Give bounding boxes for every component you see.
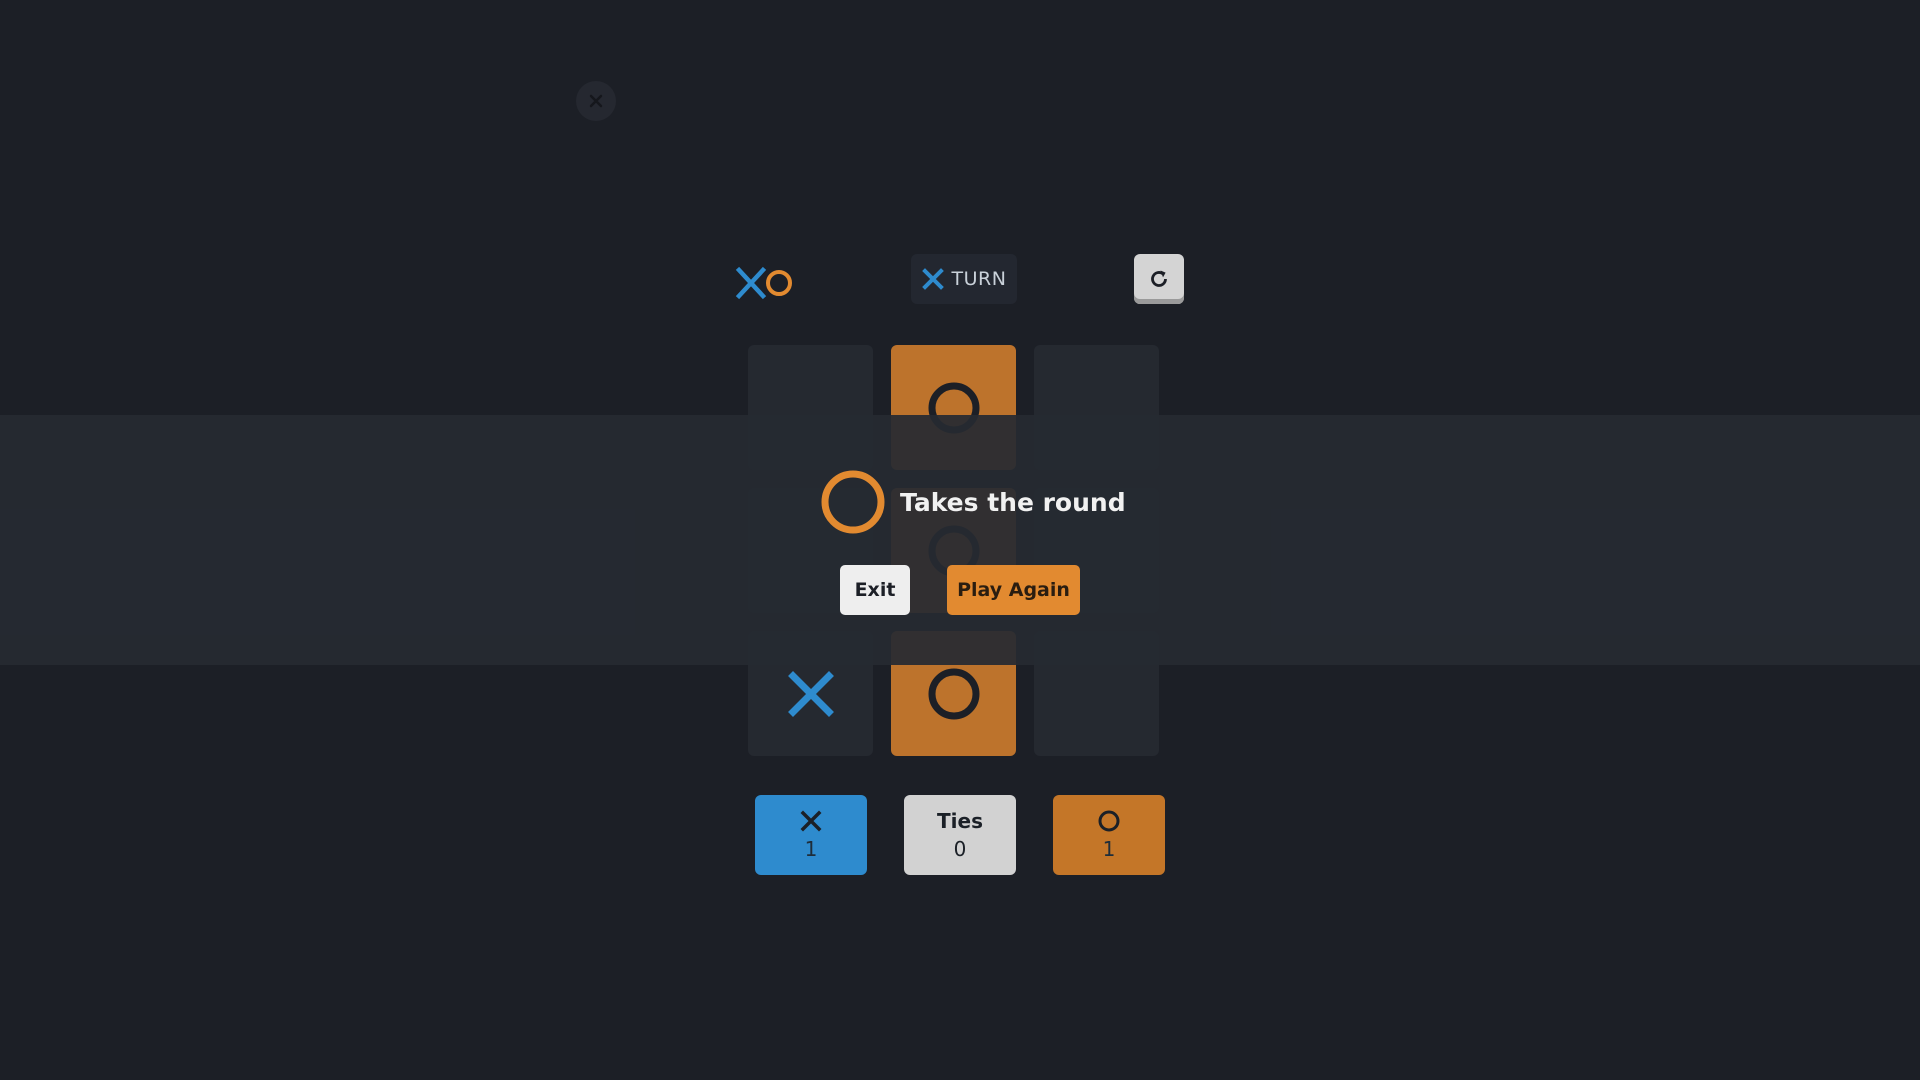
x-icon [921,268,944,290]
x-icon [800,810,822,832]
turn-label: TURN [951,268,1007,290]
x-icon [787,670,834,717]
restart-button[interactable] [1134,254,1184,304]
round-result: Takes the round [820,469,1126,535]
score-o: 1 [1053,795,1165,875]
play-again-button[interactable]: Play Again [947,565,1080,615]
logo-graphic [735,266,792,300]
result-message: Takes the round [900,487,1126,517]
exit-button[interactable]: Exit [840,565,910,615]
score-ties-label: Ties [937,809,983,833]
o-icon [1098,810,1120,832]
o-icon [821,470,885,534]
x-icon [735,266,767,300]
scoreboard: 1 Ties 0 1 [755,795,1165,875]
restart-icon [1151,270,1167,287]
score-ties-value: 0 [953,837,967,861]
result-overlay [0,415,1920,665]
score-x-label [800,809,822,833]
score-x: 1 [755,795,867,875]
xo-logo [735,266,795,302]
game-screen: TURN 1 Ties 0 1 Takes the round Exit Pla… [0,0,1920,1080]
o-icon [766,270,792,296]
score-ties: Ties 0 [904,795,1016,875]
o-icon [928,668,979,719]
game-header: TURN [735,254,1185,310]
score-o-label [1097,809,1121,833]
score-o-value: 1 [1102,837,1116,861]
close-icon[interactable] [576,81,616,121]
score-x-value: 1 [804,837,818,861]
turn-indicator: TURN [911,254,1017,304]
